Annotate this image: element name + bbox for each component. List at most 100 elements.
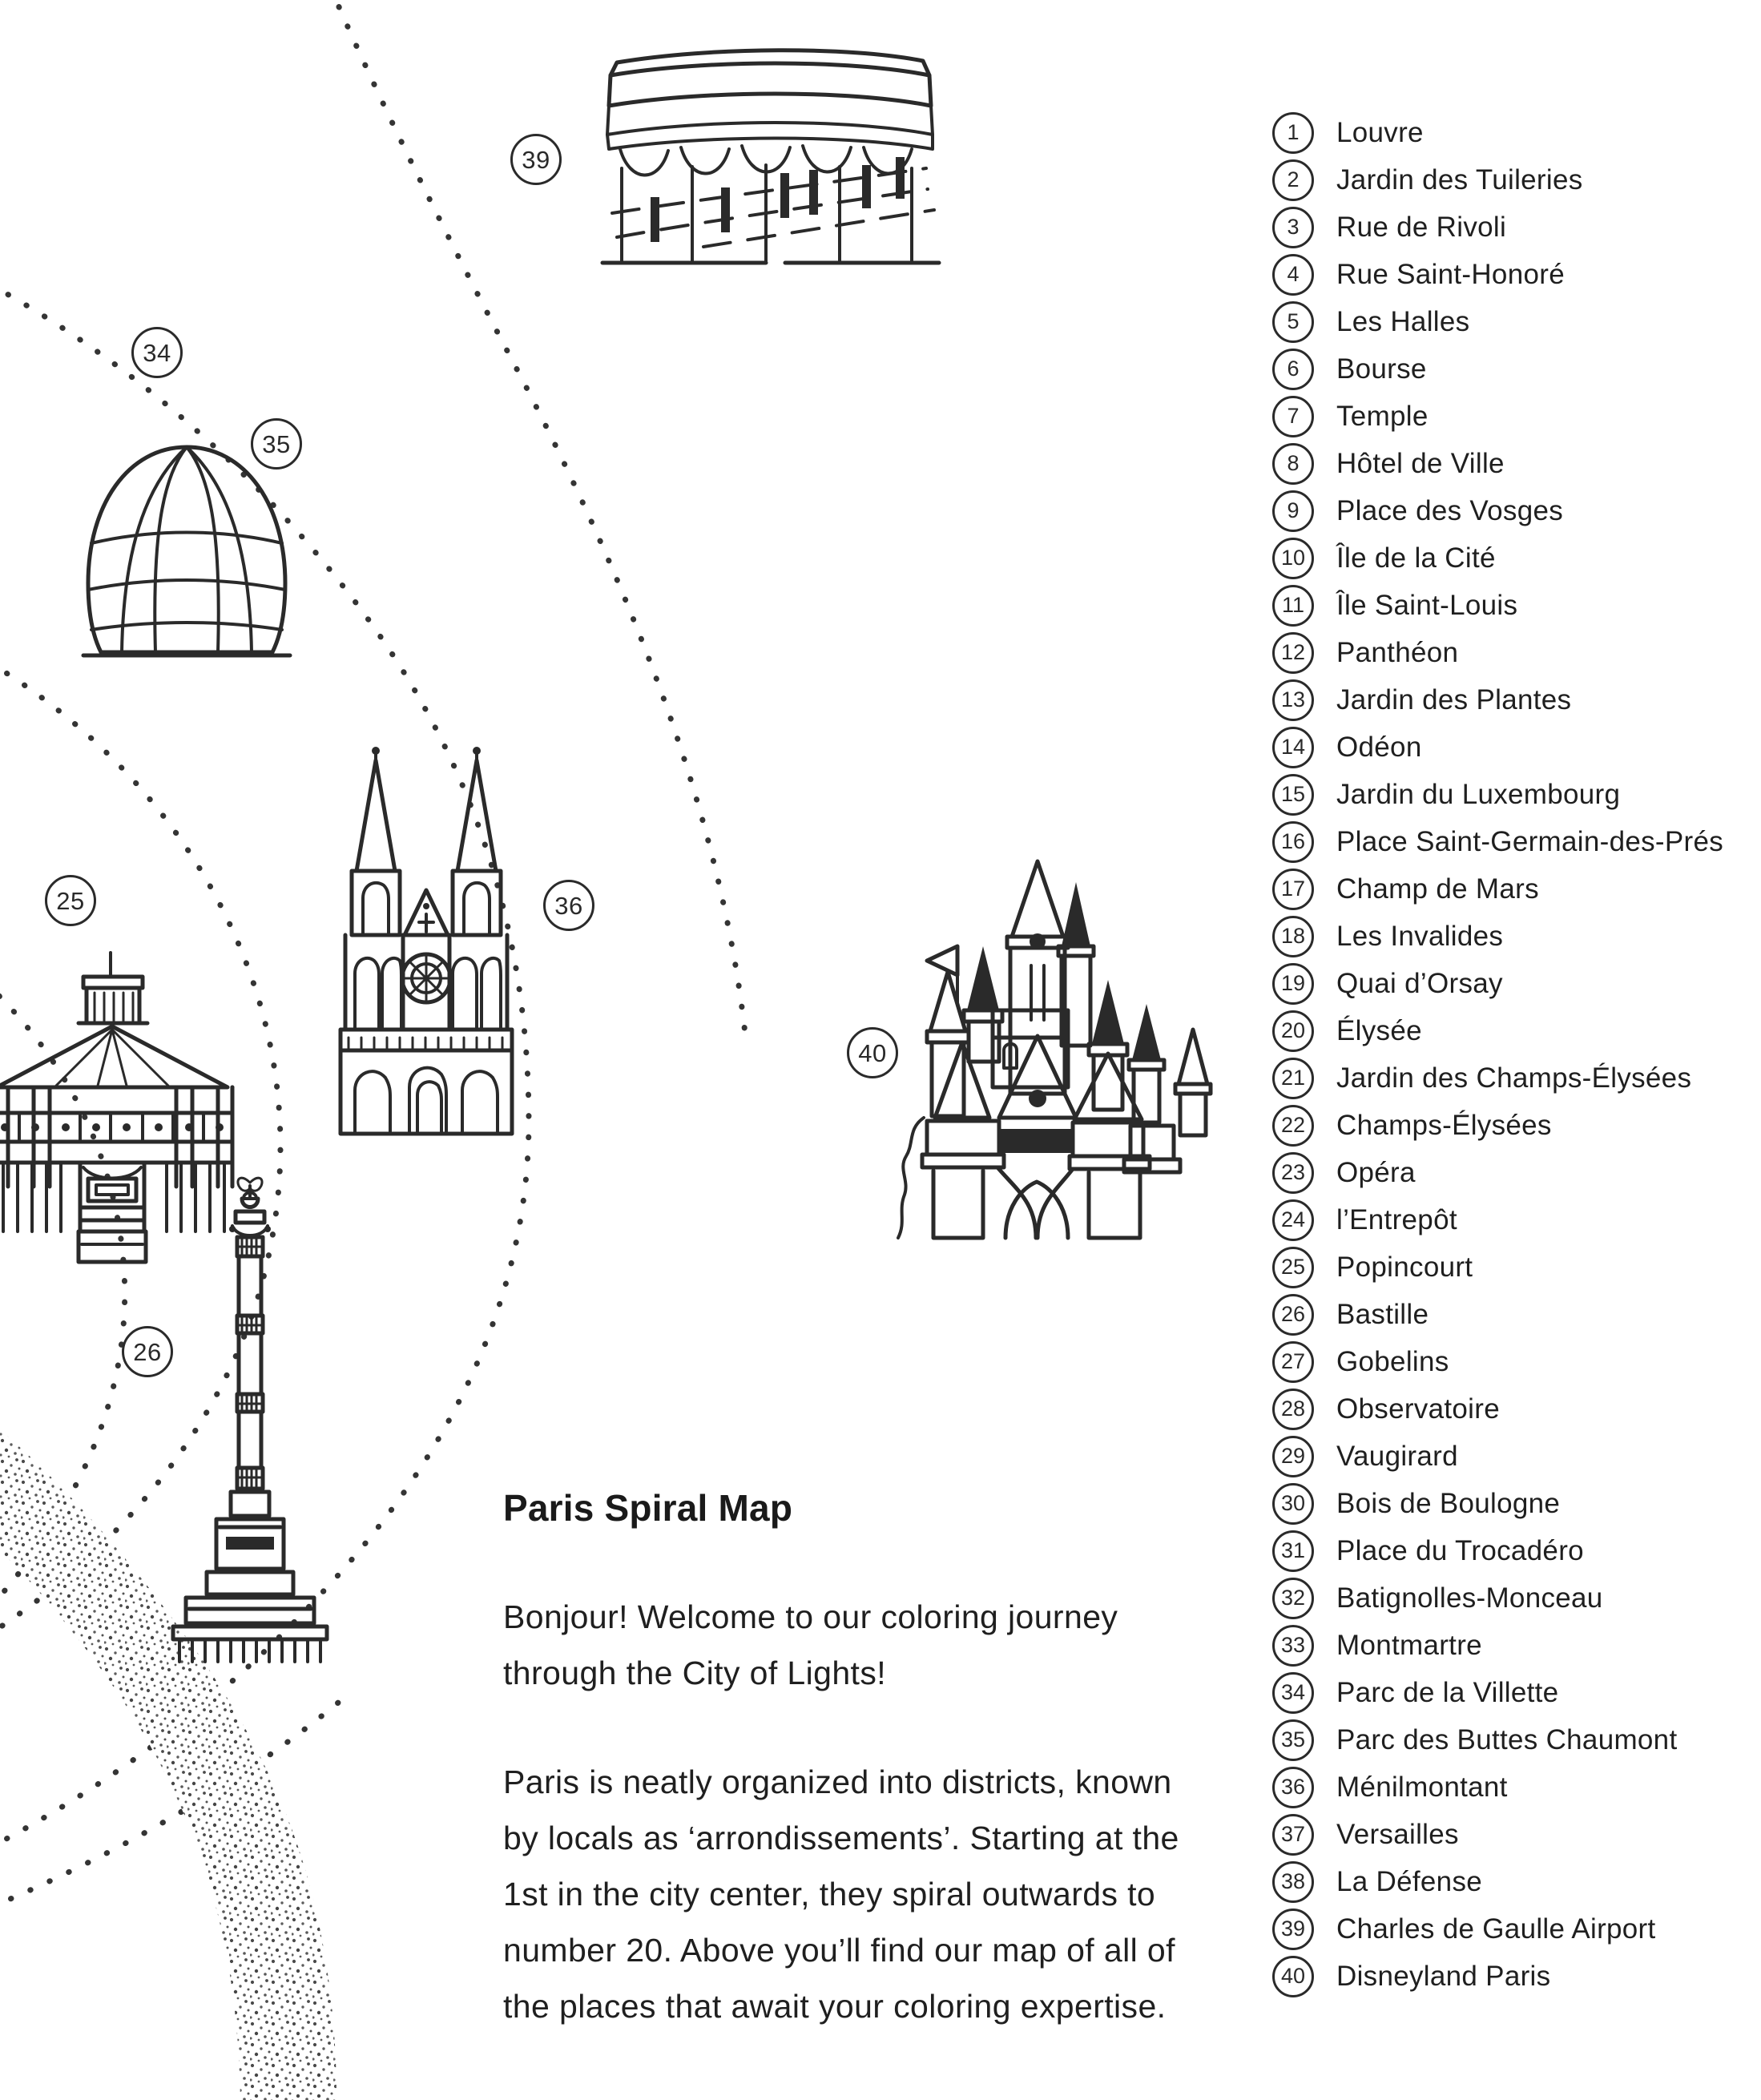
cathedral-illustration	[338, 747, 514, 1136]
legend-item-label: Île de la Cité	[1336, 542, 1496, 574]
legend-item-2[interactable]: 2 Jardin des Tuileries	[1272, 156, 1753, 204]
legend-item-39[interactable]: 39 Charles de Gaulle Airport	[1272, 1905, 1753, 1953]
legend-item-21[interactable]: 21 Jardin des Champs-Élysées	[1272, 1054, 1753, 1102]
legend-item-28[interactable]: 28 Observatoire	[1272, 1385, 1753, 1433]
legend-number-badge: 2	[1272, 159, 1314, 201]
legend-item-24[interactable]: 24 l’Entrepôt	[1272, 1196, 1753, 1243]
legend-number-badge: 16	[1272, 820, 1314, 863]
legend-item-30[interactable]: 30 Bois de Boulogne	[1272, 1480, 1753, 1527]
legend-number-badge: 14	[1272, 726, 1314, 768]
legend-item-36[interactable]: 36 Ménilmontant	[1272, 1763, 1753, 1811]
legend-item-8[interactable]: 8 Hôtel de Ville	[1272, 440, 1753, 487]
legend-item-9[interactable]: 9 Place des Vosges	[1272, 487, 1753, 534]
legend-number-badge: 34	[1272, 1671, 1314, 1714]
legend-number-badge: 1	[1272, 111, 1314, 154]
intro-text-block: Paris Spiral Map Bonjour! Welcome to our…	[503, 1486, 1208, 2034]
legend-item-17[interactable]: 17 Champ de Mars	[1272, 865, 1753, 913]
legend-item-27[interactable]: 27 Gobelins	[1272, 1338, 1753, 1385]
legend-number-badge: 26	[1272, 1293, 1314, 1336]
legend-item-label: Versailles	[1336, 1818, 1459, 1850]
legend-item-label: Vaugirard	[1336, 1440, 1458, 1472]
legend-item-33[interactable]: 33 Montmartre	[1272, 1622, 1753, 1669]
legend-item-23[interactable]: 23 Opéra	[1272, 1149, 1753, 1196]
legend-number-badge: 13	[1272, 679, 1314, 721]
legend-number-badge: 29	[1272, 1435, 1314, 1477]
map-marker-35[interactable]: 35	[251, 418, 302, 470]
airport-terminal-illustration	[600, 48, 941, 265]
legend-item-label: La Défense	[1336, 1865, 1483, 1897]
legend-number-badge: 6	[1272, 348, 1314, 390]
legend-number-badge: 10	[1272, 537, 1314, 579]
legend-item-20[interactable]: 20 Élysée	[1272, 1007, 1753, 1054]
map-marker-34[interactable]: 34	[131, 327, 183, 378]
legend-item-16[interactable]: 16 Place Saint-Germain-des-Prés	[1272, 818, 1753, 865]
fairytale-castle-illustration	[897, 859, 1213, 1240]
legend-item-6[interactable]: 6 Bourse	[1272, 345, 1753, 393]
legend-item-label: Louvre	[1336, 116, 1424, 148]
legend-item-label: Les Invalides	[1336, 920, 1504, 952]
legend-item-1[interactable]: 1 Louvre	[1272, 109, 1753, 156]
legend-number-badge: 8	[1272, 442, 1314, 485]
legend-item-label: Champ de Mars	[1336, 873, 1539, 905]
legend-item-40[interactable]: 40 Disneyland Paris	[1272, 1953, 1753, 2000]
legend-item-22[interactable]: 22 Champs-Élysées	[1272, 1102, 1753, 1149]
legend-item-35[interactable]: 35 Parc des Buttes Chaumont	[1272, 1716, 1753, 1763]
legend-item-label: Odéon	[1336, 731, 1422, 763]
map-marker-36[interactable]: 36	[543, 880, 594, 931]
legend-item-label: Bois de Boulogne	[1336, 1487, 1561, 1519]
legend-item-15[interactable]: 15 Jardin du Luxembourg	[1272, 771, 1753, 818]
legend-item-29[interactable]: 29 Vaugirard	[1272, 1433, 1753, 1480]
legend-item-label: Disneyland Paris	[1336, 1960, 1551, 1992]
legend-item-label: Gobelins	[1336, 1345, 1449, 1377]
legend-item-13[interactable]: 13 Jardin des Plantes	[1272, 676, 1753, 724]
legend-item-38[interactable]: 38 La Défense	[1272, 1858, 1753, 1905]
map-marker-25[interactable]: 25	[45, 875, 96, 926]
legend-item-7[interactable]: 7 Temple	[1272, 393, 1753, 440]
legend-number-badge: 12	[1272, 631, 1314, 674]
legend-item-label: Quai d’Orsay	[1336, 967, 1503, 999]
legend-item-5[interactable]: 5 Les Halles	[1272, 298, 1753, 345]
map-marker-label: 40	[858, 1038, 887, 1067]
map-marker-label: 26	[133, 1337, 162, 1366]
legend-item-19[interactable]: 19 Quai d’Orsay	[1272, 960, 1753, 1007]
legend-item-4[interactable]: 4 Rue Saint-Honoré	[1272, 251, 1753, 298]
legend-number-badge: 18	[1272, 915, 1314, 957]
legend-item-label: Jardin des Champs-Élysées	[1336, 1062, 1692, 1094]
legend-item-label: Temple	[1336, 400, 1429, 432]
map-marker-26[interactable]: 26	[122, 1326, 173, 1377]
legend-item-label: Île Saint-Louis	[1336, 589, 1518, 621]
legend-item-3[interactable]: 3 Rue de Rivoli	[1272, 204, 1753, 251]
legend-number-badge: 21	[1272, 1057, 1314, 1099]
legend-number-badge: 9	[1272, 490, 1314, 532]
map-marker-39[interactable]: 39	[510, 134, 562, 185]
legend-item-label: Place des Vosges	[1336, 494, 1564, 526]
legend-number-badge: 20	[1272, 1010, 1314, 1052]
legend-item-label: Batignolles-Monceau	[1336, 1582, 1603, 1614]
intro-paragraph-2: Paris is neatly organized into districts…	[503, 1763, 1179, 2025]
legend-item-10[interactable]: 10 Île de la Cité	[1272, 534, 1753, 582]
legend-item-25[interactable]: 25 Popincourt	[1272, 1243, 1753, 1291]
legend-item-label: Parc de la Villette	[1336, 1676, 1559, 1708]
legend-number-badge: 19	[1272, 962, 1314, 1005]
legend-item-12[interactable]: 12 Panthéon	[1272, 629, 1753, 676]
legend-number-badge: 3	[1272, 206, 1314, 248]
legend-item-14[interactable]: 14 Odéon	[1272, 724, 1753, 771]
legend-item-label: Place du Trocadéro	[1336, 1534, 1584, 1566]
legend-number-badge: 33	[1272, 1624, 1314, 1667]
legend-item-label: Montmartre	[1336, 1629, 1482, 1661]
legend-item-32[interactable]: 32 Batignolles-Monceau	[1272, 1574, 1753, 1622]
legend-number-badge: 23	[1272, 1151, 1314, 1194]
legend-item-label: Hôtel de Ville	[1336, 447, 1505, 479]
map-marker-40[interactable]: 40	[847, 1027, 898, 1078]
legend-item-label: Rue Saint-Honoré	[1336, 258, 1565, 290]
legend-item-26[interactable]: 26 Bastille	[1272, 1291, 1753, 1338]
legend-item-label: l’Entrepôt	[1336, 1203, 1457, 1235]
legend-item-34[interactable]: 34 Parc de la Villette	[1272, 1669, 1753, 1716]
legend-item-37[interactable]: 37 Versailles	[1272, 1811, 1753, 1858]
map-marker-label: 25	[56, 886, 85, 915]
legend-item-18[interactable]: 18 Les Invalides	[1272, 913, 1753, 960]
legend-number-badge: 17	[1272, 868, 1314, 910]
legend-item-11[interactable]: 11 Île Saint-Louis	[1272, 582, 1753, 629]
legend-item-31[interactable]: 31 Place du Trocadéro	[1272, 1527, 1753, 1574]
geodesic-dome-illustration	[81, 445, 292, 658]
